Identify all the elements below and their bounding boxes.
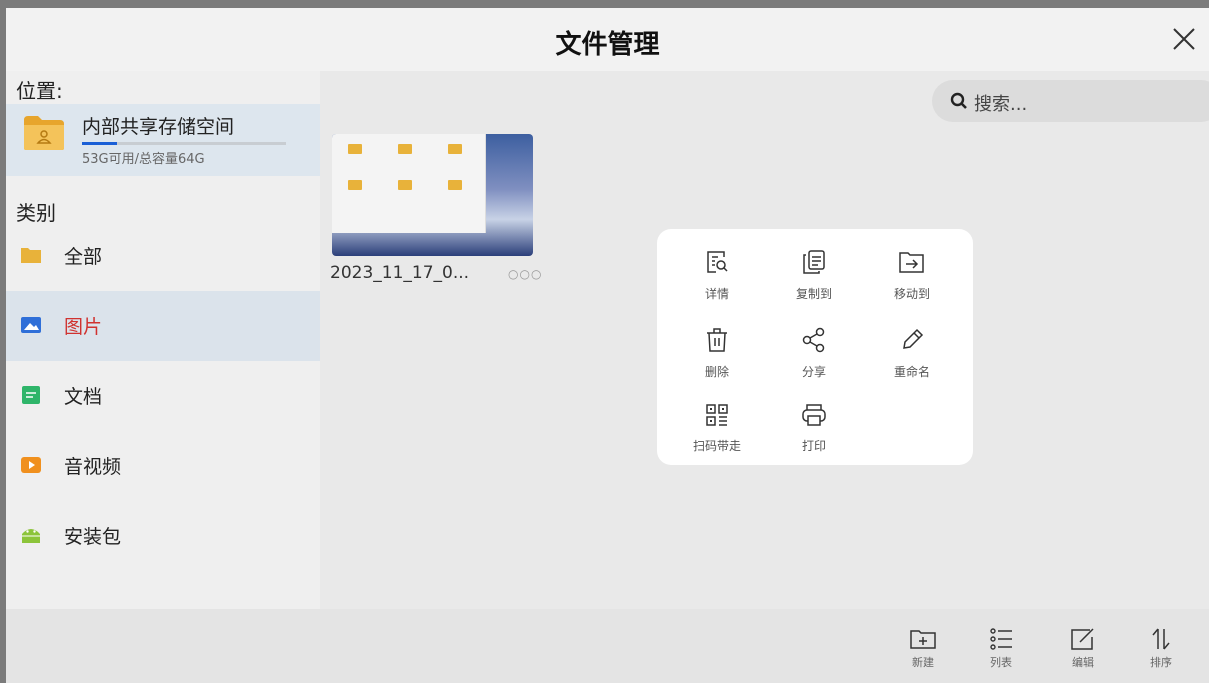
print-label: 打印 <box>801 439 826 453</box>
storage-detail: 53G可用/总容量64G <box>82 152 205 167</box>
share-item[interactable]: 分享 <box>769 327 859 387</box>
print-item[interactable]: 打印 <box>769 403 859 463</box>
list-view-icon <box>990 628 1012 650</box>
sort-icon <box>1152 628 1170 650</box>
move-to-item[interactable]: 移动到 <box>867 249 957 309</box>
search-icon <box>950 92 967 109</box>
sort-button[interactable]: 排序 <box>1136 627 1186 677</box>
share-label: 分享 <box>801 365 826 379</box>
move-to-icon <box>899 252 924 273</box>
print-icon <box>802 404 826 426</box>
context-menu: 详情 复制到 移动到 删除 分享 重命名 扫码带走 打印 <box>657 229 973 465</box>
search-input[interactable]: 搜索... <box>932 80 1209 122</box>
category-documents[interactable]: 文档 <box>6 361 320 431</box>
scan-to-take-label: 扫码带走 <box>692 439 741 453</box>
move-to-label: 移动到 <box>893 287 930 301</box>
scan-to-take-item[interactable]: 扫码带走 <box>672 403 762 463</box>
delete-label: 删除 <box>704 365 729 379</box>
bottom-toolbar: 新建 列表 编辑 排序 <box>6 609 1209 683</box>
image-icon <box>21 317 41 333</box>
storage-name: 内部共享存储空间 <box>82 116 235 138</box>
window-title: 文件管理 <box>555 30 660 60</box>
edit-label: 编辑 <box>1072 656 1094 669</box>
sort-label: 排序 <box>1150 656 1172 669</box>
new-button[interactable]: 新建 <box>898 627 948 677</box>
qr-code-icon <box>706 404 728 426</box>
folder-icon <box>21 248 41 263</box>
file-name: 2023_11_17_0... <box>330 263 470 283</box>
category-images[interactable]: 图片 <box>6 291 320 361</box>
category-label: 文档 <box>64 386 103 408</box>
edit-button[interactable]: 编辑 <box>1058 627 1108 677</box>
storage-item[interactable]: 内部共享存储空间 53G可用/总容量64G <box>6 104 320 176</box>
delete-item[interactable]: 删除 <box>672 327 762 387</box>
details-label: 详情 <box>704 287 729 301</box>
rename-icon <box>903 328 924 349</box>
file-manager-window: 文件管理 位置: 内部共享存储空间 53G可用/总容量64G 类别 全部 图片 <box>6 8 1209 683</box>
category-all[interactable]: 全部 <box>6 221 320 291</box>
category-media[interactable]: 音视频 <box>6 431 320 501</box>
copy-to-item[interactable]: 复制到 <box>769 249 859 309</box>
rename-label: 重命名 <box>893 365 930 379</box>
category-label: 全部 <box>64 246 103 268</box>
category-label: 音视频 <box>64 456 122 478</box>
video-icon <box>21 457 41 473</box>
title-bar: 文件管理 <box>6 8 1209 71</box>
list-button[interactable]: 列表 <box>976 627 1026 677</box>
file-thumbnail[interactable] <box>332 134 533 256</box>
delete-icon <box>707 328 727 352</box>
category-label: 图片 <box>64 316 103 338</box>
location-heading: 位置: <box>16 79 63 103</box>
details-icon <box>707 251 728 273</box>
copy-to-label: 复制到 <box>795 287 832 301</box>
android-icon <box>22 529 40 543</box>
storage-usage-fill <box>82 142 117 145</box>
search-placeholder: 搜索... <box>974 94 1028 115</box>
category-label: 安装包 <box>64 526 122 548</box>
details-item[interactable]: 详情 <box>672 249 762 309</box>
storage-usage-bar <box>82 142 286 145</box>
screenshot-preview <box>332 134 486 233</box>
sidebar: 位置: 内部共享存储空间 53G可用/总容量64G 类别 全部 图片 文档 音视… <box>6 71 320 609</box>
edit-icon <box>1071 628 1094 650</box>
category-packages[interactable]: 安装包 <box>6 501 320 571</box>
user-folder-icon <box>24 116 64 150</box>
share-icon <box>802 327 825 353</box>
rename-item[interactable]: 重命名 <box>867 327 957 387</box>
close-icon[interactable] <box>1171 26 1197 52</box>
more-options-icon[interactable]: ○○○ <box>508 267 542 281</box>
document-icon <box>22 386 40 404</box>
list-label: 列表 <box>990 656 1012 669</box>
copy-to-icon <box>803 250 825 274</box>
new-folder-icon <box>910 630 936 649</box>
new-label: 新建 <box>912 656 934 669</box>
